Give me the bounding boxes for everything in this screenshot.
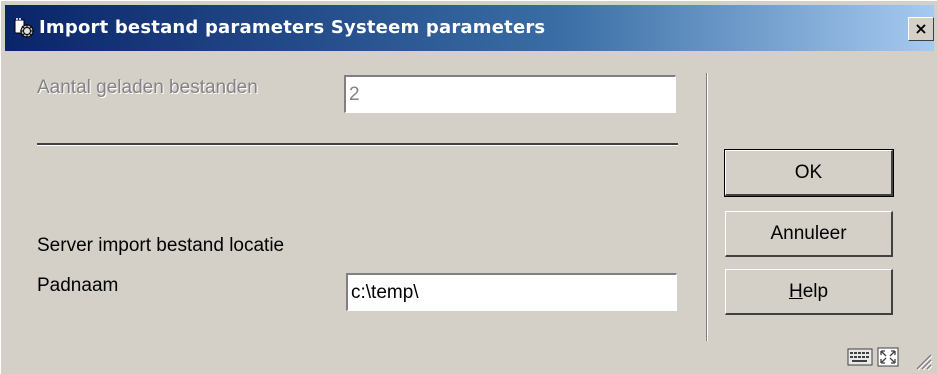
loaded-files-label: Aantal geladen bestanden xyxy=(37,77,258,98)
keyboard-icon[interactable] xyxy=(847,347,873,367)
close-button[interactable]: × xyxy=(908,17,934,41)
app-icon xyxy=(14,18,34,38)
path-field[interactable] xyxy=(346,273,677,311)
resize-arrows-icon[interactable] xyxy=(877,347,899,367)
help-mnemonic: H xyxy=(788,280,803,302)
path-label: Padnaam xyxy=(37,275,119,296)
window-title: Import bestand parameters Systeem parame… xyxy=(39,17,546,38)
title-bar[interactable]: Import bestand parameters Systeem parame… xyxy=(5,5,934,51)
import-parameters-dialog: Import bestand parameters Systeem parame… xyxy=(0,0,937,374)
help-button[interactable]: Help xyxy=(725,269,893,315)
ok-button[interactable]: OK xyxy=(724,149,894,197)
help-label-rest: elp xyxy=(802,280,829,302)
cancel-button[interactable]: Annuleer xyxy=(725,211,893,257)
size-grip-icon[interactable] xyxy=(911,349,933,371)
section-heading: Server import bestand locatie xyxy=(37,235,285,256)
vertical-separator xyxy=(706,73,708,341)
loaded-files-field xyxy=(344,75,676,113)
close-icon: × xyxy=(914,19,928,38)
section-divider xyxy=(37,143,678,146)
